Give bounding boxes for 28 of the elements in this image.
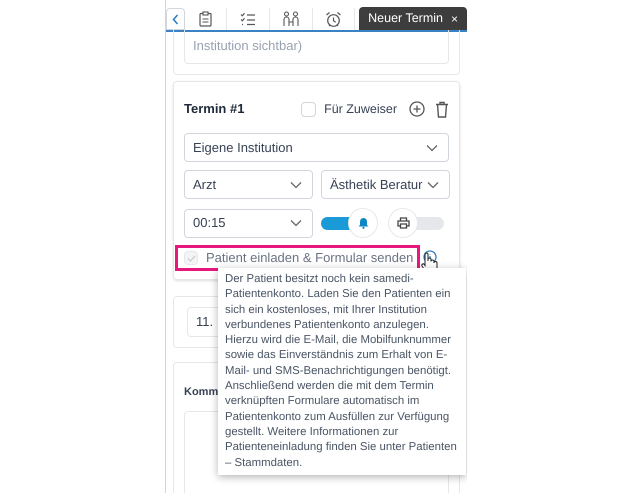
tooltip: Der Patient besitzt noch kein samedi-Patientenkonto. Laden Sie den Patienten ein sich ein kostenloses, mit Ihrer Institution verbundenes Patientenkonto anzulegen. Hierzu wird die E-Mail, die Mobilfunknummer sowie das Einverständnis zum Erhalt von E-Mail- und SMS-Benachrichtigungen benötigt. Anschließend werden die mit dem Termin verknüpften Formulare automatisch im Patientenkonto zum Ausfüllen zur Verfügung gestellt. Weitere Informationen zur Patienteneinladung finden Sie unter Patienten – Stammdaten.	[218, 268, 466, 475]
duration-select[interactable]: 00:15	[184, 208, 313, 238]
appointment-title: Termin #1	[184, 100, 244, 118]
notes-label: Komm	[184, 385, 218, 400]
chevron-down-icon	[290, 219, 302, 227]
close-icon[interactable]: ×	[450, 10, 458, 28]
alarm-clock-icon	[324, 10, 342, 28]
back-button[interactable]	[166, 8, 185, 30]
people-icon	[282, 11, 300, 27]
print-toggle[interactable]	[387, 207, 445, 239]
institution-select[interactable]: Eigene Institution	[184, 133, 449, 162]
reminder-toggle[interactable]	[321, 207, 379, 239]
chevron-down-icon	[290, 180, 302, 188]
checkbox[interactable]	[301, 102, 316, 116]
chevron-down-icon	[427, 180, 439, 188]
service-select[interactable]: Ästhetik Beratur	[321, 170, 450, 199]
add-icon[interactable]	[409, 101, 425, 117]
checkbox-label: Für Zuweiser	[324, 100, 397, 118]
chevron-down-icon	[426, 144, 438, 152]
check-icon	[186, 254, 196, 262]
role-select[interactable]: Arzt	[184, 170, 313, 199]
checklist-icon	[240, 12, 256, 26]
tab[interactable]: Neuer Termin ×	[359, 7, 467, 30]
back-icon	[172, 14, 179, 24]
trash-icon[interactable]	[435, 100, 449, 118]
bell-icon	[358, 217, 368, 229]
printer-icon	[396, 217, 410, 229]
clipboard-icon	[198, 11, 212, 27]
